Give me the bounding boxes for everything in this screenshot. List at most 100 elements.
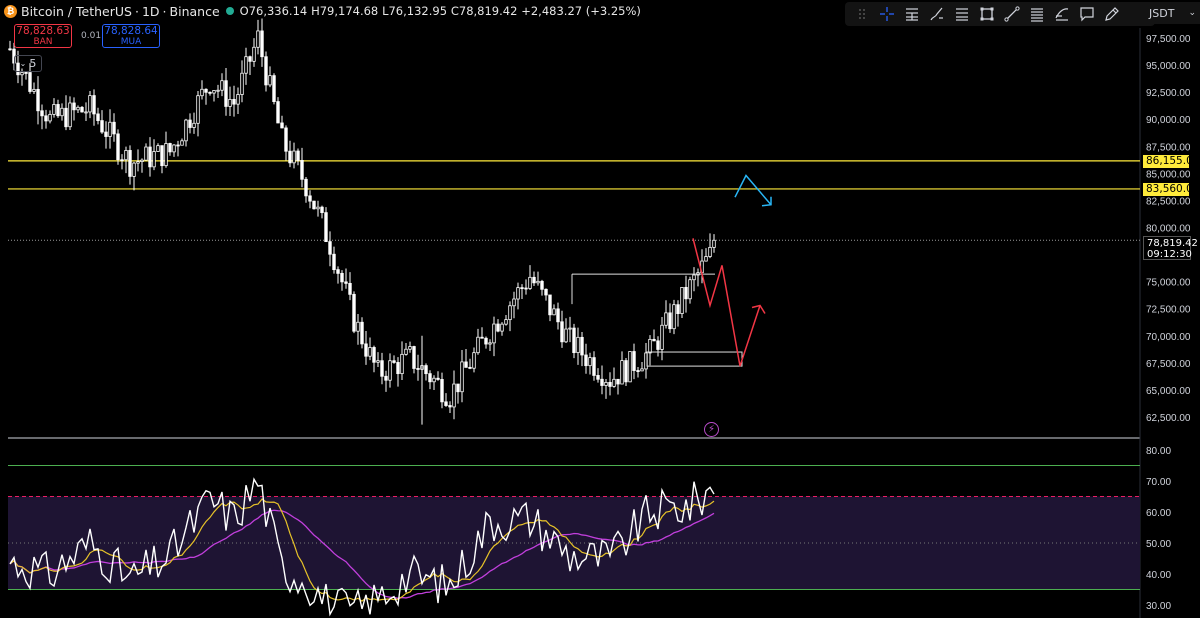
- candle-body: [564, 328, 568, 343]
- drawings-layer[interactable]: [571, 174, 772, 367]
- candle-body: [84, 111, 88, 114]
- trend-line-icon[interactable]: [999, 3, 1024, 25]
- rsi-axis-tick: 80.00: [1146, 446, 1171, 457]
- candle-body: [332, 253, 336, 271]
- candle-body: [344, 281, 348, 284]
- candle-body: [124, 150, 128, 161]
- price-axis-tick: 92,500.00: [1146, 88, 1191, 99]
- candle-body: [272, 75, 276, 103]
- rectangle-icon[interactable]: [974, 3, 999, 25]
- candle-body: [140, 159, 144, 162]
- long-position-icon[interactable]: [899, 3, 924, 25]
- ohlc-open: O76,336.14: [239, 4, 308, 18]
- candle-body: [628, 351, 632, 383]
- rsi-axis-tick: 50.00: [1146, 539, 1171, 550]
- candle-body: [672, 304, 676, 330]
- symbol-header: ₿ Bitcoin / TetherUS · 1D · Binance O76,…: [0, 0, 641, 22]
- price-axis-tick: 95,000.00: [1146, 61, 1191, 72]
- symbol-title[interactable]: Bitcoin / TetherUS: [21, 4, 132, 19]
- buy-button[interactable]: 78,828.64 MUA: [102, 24, 160, 48]
- rsi-pane[interactable]: [8, 465, 1140, 617]
- candle-body: [60, 107, 64, 117]
- drawing-toolbar: [845, 2, 1155, 26]
- price-axis-tick: 65,000.00: [1146, 386, 1191, 397]
- level-tag-lower[interactable]: 83,560.00: [1143, 183, 1199, 196]
- candle-body: [48, 113, 52, 122]
- indicators-toggle-button[interactable]: ⌄ 5: [14, 55, 42, 72]
- price-axis-tick: 75,000.00: [1146, 278, 1191, 289]
- chart-canvas[interactable]: 97,500.00 95,000.00 92,500.00 90,000.00 87,5…: [0, 0, 1200, 618]
- chevron-down-icon: ⌄: [1188, 8, 1196, 18]
- candle-body: [136, 161, 140, 164]
- price-axis[interactable]: 97,500.00 95,000.00 92,500.00 90,000.00 87,5…: [1146, 34, 1191, 424]
- candle-body: [608, 382, 612, 387]
- candle-body: [548, 294, 552, 316]
- candle-body: [488, 342, 492, 345]
- candle-body: [220, 80, 224, 91]
- callout-icon[interactable]: [1074, 3, 1099, 25]
- candle-body: [80, 106, 84, 113]
- candle-body: [388, 360, 392, 381]
- candle-body: [108, 121, 112, 137]
- brush-icon[interactable]: [924, 3, 949, 25]
- buy-price: 78,828.64: [104, 25, 158, 37]
- candle-body: [280, 122, 284, 129]
- exchange-label[interactable]: Binance: [170, 4, 220, 19]
- candles-layer: [8, 18, 716, 425]
- blue-projection-path[interactable]: [734, 174, 772, 206]
- crosshair-icon[interactable]: [874, 3, 899, 25]
- level-tag-upper[interactable]: 86,155.00: [1143, 155, 1199, 168]
- candle-body: [216, 89, 220, 92]
- candle-body: [484, 337, 488, 345]
- candle-body: [176, 144, 180, 147]
- candle-body: [212, 90, 216, 94]
- candle-body: [172, 144, 176, 153]
- candle-body: [676, 304, 680, 314]
- candle-body: [168, 143, 172, 153]
- regression-trend-icon[interactable]: [1049, 3, 1074, 25]
- indicators-count: 5: [29, 57, 37, 70]
- drag-handle-icon[interactable]: [849, 3, 874, 25]
- candle-body: [384, 375, 388, 381]
- price-axis-tick: 90,000.00: [1146, 115, 1191, 126]
- candle-body: [440, 379, 444, 403]
- candle-body: [396, 362, 400, 375]
- candle-body: [612, 378, 616, 387]
- candle-body: [68, 102, 72, 128]
- candle-body: [392, 360, 396, 363]
- candle-body: [204, 88, 208, 93]
- candle-body: [640, 368, 644, 372]
- pencil-icon[interactable]: [1099, 3, 1124, 25]
- ohlc-change: +2,483.27 (+3.25%): [521, 4, 641, 18]
- candle-body: [412, 346, 416, 369]
- candle-body: [312, 200, 316, 210]
- candle-body: [400, 353, 404, 375]
- candle-body: [116, 133, 120, 161]
- candle-body: [616, 378, 620, 385]
- currency-select[interactable]: JSDT ⌄: [1143, 2, 1200, 24]
- candle-body: [356, 321, 360, 332]
- candle-body: [228, 98, 232, 107]
- title-separator-2: ·: [162, 3, 167, 19]
- candle-body: [416, 368, 420, 370]
- rsi-axis-tick: 30.00: [1146, 601, 1171, 612]
- red-projection-path[interactable]: [692, 238, 761, 367]
- lightning-event-icon[interactable]: ⚡: [704, 422, 719, 437]
- candle-body: [352, 293, 356, 332]
- parallel-channel-icon[interactable]: [1024, 3, 1049, 25]
- rsi-axis-tick: 40.00: [1146, 570, 1171, 581]
- candle-body: [712, 239, 716, 248]
- rsi-axis-tick: 70.00: [1146, 477, 1171, 488]
- fib-retracement-icon[interactable]: [949, 3, 974, 25]
- demand-zone-rect[interactable]: [646, 351, 743, 367]
- candle-body: [376, 360, 380, 363]
- candle-body: [520, 287, 524, 290]
- sell-button[interactable]: 78,828.63 BAN: [14, 24, 72, 48]
- rsi-axis-tick: 60.00: [1146, 508, 1171, 519]
- candle-body: [500, 323, 504, 332]
- candle-body: [600, 378, 604, 386]
- rsi-axis[interactable]: 80.00 70.00 60.00 50.00 40.00 30.00: [1146, 446, 1171, 612]
- blue-arrowhead[interactable]: [761, 196, 772, 207]
- candle-body: [536, 280, 540, 284]
- interval-label[interactable]: 1D: [142, 4, 160, 19]
